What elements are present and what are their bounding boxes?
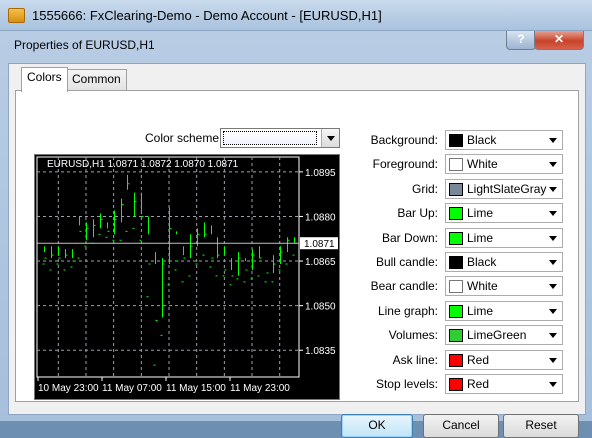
color-select[interactable]: LightSlateGray [445,179,563,199]
color-value: LimeGreen [467,328,527,342]
tab-common[interactable]: Common [66,69,127,90]
color-scheme-label: Color scheme: [145,131,223,145]
y-tick-label: 1.0895 [305,168,336,179]
tab-common-label: Common [72,72,121,86]
dialog-client: Colors Common Color scheme: 1.0895 1.0880… [8,63,586,438]
color-value: Lime [467,206,494,220]
color-row-label: Bull candle: [375,255,438,269]
color-select[interactable]: Red [445,350,563,370]
properties-dialog: Properties of EURUSD,H1 ? ✕ Colors Commo… [0,30,592,438]
color-swatch [449,207,463,220]
color-swatch [449,378,463,391]
color-row-label: Bear candle: [370,279,438,293]
y-tick-label: 1.0850 [305,302,336,313]
color-swatch [449,256,463,269]
window-title-bar: 1555666: FxClearing-Demo - Demo Account … [0,0,592,30]
color-row-label: Ask line: [392,353,438,367]
color-select[interactable]: White [445,276,563,296]
color-scheme-dropdown-button[interactable] [321,129,339,147]
chevron-down-icon [549,309,557,314]
y-tick-label: 1.0865 [305,257,336,268]
current-price-label: 1.0871 [304,239,335,250]
color-select[interactable]: LimeGreen [445,325,563,345]
color-value: Red [467,377,490,391]
color-swatch [449,183,463,196]
chart-header-text: EURUSD,H1 1.0871 1.0872 1.0870 1.0871 [47,159,239,170]
chevron-down-icon [549,284,557,289]
color-select[interactable]: Black [445,252,563,272]
color-swatch [449,354,463,367]
color-row-label: Line graph: [377,304,438,318]
color-row-label: Bar Down: [381,231,438,245]
chart-svg: 1.0895 1.0880 1.0865 1.0850 1.0835 10 May 23:… [36,156,338,394]
color-row-label: Foreground: [372,157,438,171]
chevron-down-icon [549,211,557,216]
chevron-down-icon [549,138,557,143]
x-tick-label: 11 May 15:00 [166,383,226,394]
window-title: 1555666: FxClearing-Demo - Demo Account … [32,8,382,23]
chevron-down-icon [549,187,557,192]
cancel-button[interactable]: Cancel [423,414,499,438]
chevron-down-icon [327,136,335,141]
ok-button[interactable]: OK [341,414,413,438]
color-value: Lime [467,231,494,245]
color-value: White [467,279,498,293]
color-value: LightSlateGray [467,182,547,196]
x-tick-label: 11 May 23:00 [230,383,290,394]
help-button[interactable]: ? [506,31,536,50]
y-tick-label: 1.0835 [305,346,336,357]
chevron-down-icon [549,162,557,167]
close-button[interactable]: ✕ [534,31,584,50]
color-value: White [467,157,498,171]
color-row-label: Stop levels: [375,377,438,391]
color-swatch [449,280,463,293]
color-row-label: Grid: [411,182,438,196]
plot-frame [36,156,300,378]
tab-colors-label: Colors [27,70,62,84]
color-swatch [449,305,463,318]
color-select[interactable]: Lime [445,203,563,223]
color-value: Black [467,255,497,269]
color-value: Red [467,353,490,367]
close-icon: ✕ [553,32,565,46]
chevron-down-icon [549,382,557,387]
color-value: Lime [467,304,494,318]
chevron-down-icon [549,260,557,265]
color-value: Black [467,133,497,147]
color-row-label: Bar Up: [397,206,438,220]
color-select[interactable]: Black [445,130,563,150]
color-swatch [449,158,463,171]
color-select[interactable]: Lime [445,228,563,248]
y-tick-label: 1.0880 [305,212,336,223]
color-row-label: Background: [370,133,438,147]
color-select[interactable]: Red [445,374,563,394]
chart-preview: 1.0895 1.0880 1.0865 1.0850 1.0835 10 May 23:… [34,154,340,400]
dialog-title: Properties of EURUSD,H1 [14,38,155,52]
reset-button[interactable]: Reset [503,414,579,438]
color-select[interactable]: White [445,154,563,174]
color-swatch [449,134,463,147]
x-tick-label: 11 May 07:00 [102,383,162,394]
app-icon [8,8,25,23]
color-swatch [449,329,463,342]
x-tick-label: 10 May 23:00 [38,383,99,394]
color-swatch [449,232,463,245]
tab-colors[interactable]: Colors [21,67,68,92]
color-row-label: Volumes: [388,328,438,342]
help-icon: ? [517,32,525,46]
color-scheme-value [223,131,317,145]
color-select[interactable]: Lime [445,301,563,321]
chevron-down-icon [549,333,557,338]
chevron-down-icon [549,358,557,363]
chevron-down-icon [549,236,557,241]
color-scheme-select[interactable] [220,128,340,148]
